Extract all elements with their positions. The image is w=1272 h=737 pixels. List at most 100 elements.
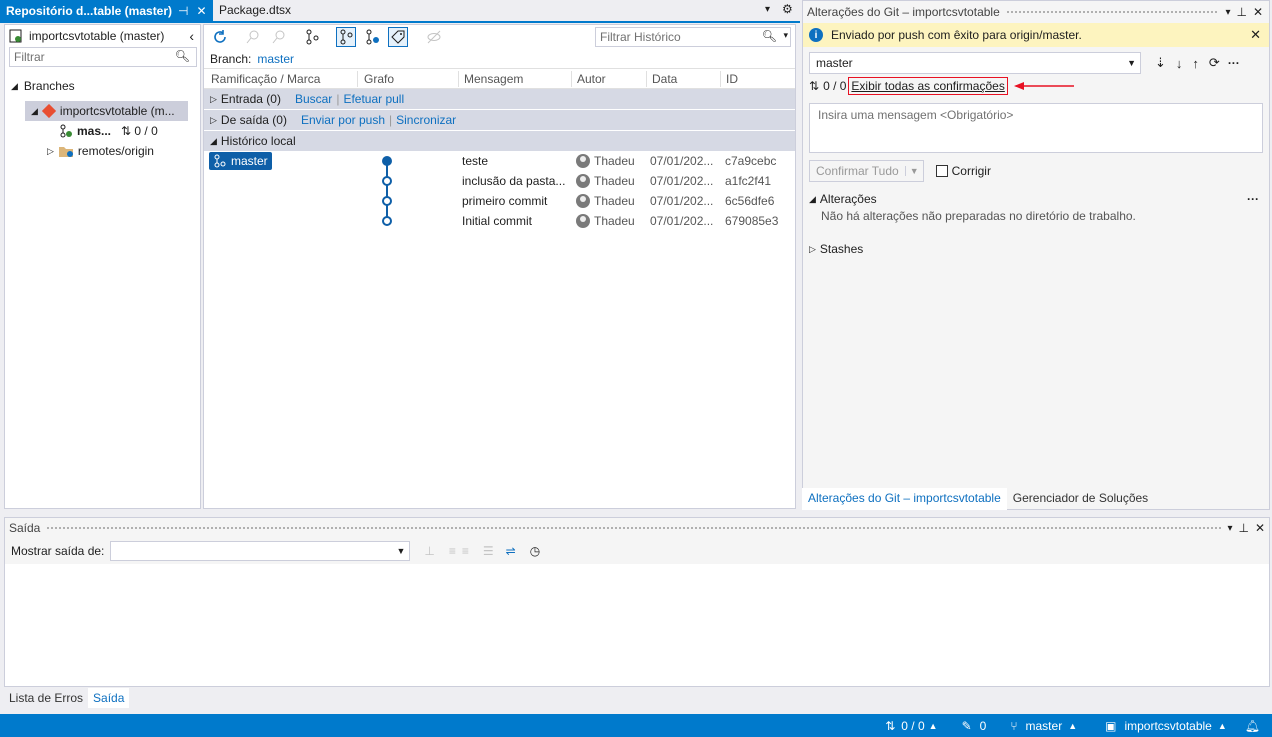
git-changes-bottom-tabs: Alterações do Git – importcsvtotable Ger… <box>802 488 1154 510</box>
branch-value: master <box>257 51 295 66</box>
commit-row[interactable]: primeiro commit Thadeu 07/01/202... 6c56… <box>204 191 795 211</box>
commit-date: 07/01/202... <box>650 194 714 208</box>
git-changes-title: Alterações do Git – importcsvtotable <box>807 5 1000 19</box>
gear-icon[interactable]: ⚙ <box>782 2 793 16</box>
chevron-down-icon: ▼ <box>396 546 406 556</box>
sync-icon[interactable]: ⟳ <box>1209 55 1220 71</box>
local-history-label: Histórico local <box>220 134 296 148</box>
branch-icon: ⑂ <box>1010 718 1018 733</box>
commit-row[interactable]: Initial commit Thadeu 07/01/202... 67908… <box>204 211 795 231</box>
pencil-icon: ✎ <box>961 718 972 733</box>
amend-checkbox[interactable] <box>935 165 948 177</box>
commit-row[interactable]: teste Thadeu 07/01/202... c7a9cebc <box>204 151 795 171</box>
stashes-label: Stashes <box>819 242 864 256</box>
info-message: Enviado por push com êxito para origin/m… <box>831 28 1082 42</box>
commit-date: 07/01/202... <box>650 214 714 228</box>
word-wrap-icon[interactable]: ⇌ <box>506 544 516 558</box>
push-link[interactable]: Enviar por push <box>301 113 385 127</box>
status-pencil[interactable]: ✎ 0 <box>962 719 987 733</box>
stashes-section[interactable]: ▷ Stashes <box>803 239 1269 259</box>
history-panel: 🔍︎ ▾ Branch: master Ramificação / Marca … <box>203 24 796 509</box>
hide-icon <box>424 27 444 47</box>
column-header-branch[interactable]: Ramificação / Marca <box>211 72 320 86</box>
status-sync[interactable]: ⇅ 0 / 0 ▲ <box>885 719 937 733</box>
repo-node[interactable]: ◢ importcsvtotable (m... <box>25 101 188 121</box>
commit-id: c7a9cebc <box>725 154 777 168</box>
collapse-icon[interactable]: ‹ <box>189 28 194 44</box>
close-tab-icon[interactable]: ✕ <box>196 4 206 18</box>
repository-explorer: importcsvtotable (master) ‹ 🔍︎ ◢ Branche… <box>4 24 201 509</box>
more-icon[interactable]: ··· <box>1228 56 1240 70</box>
show-all-commits-link[interactable]: Exibir todas as confirmações <box>848 77 1008 95</box>
commit-all-button[interactable]: Confirmar Tudo ▼ <box>809 160 924 182</box>
changes-label: Alterações <box>819 192 877 206</box>
avatar <box>576 174 590 189</box>
tab-package[interactable]: Package.dtsx <box>213 0 303 20</box>
close-icon[interactable]: ✕ <box>1253 5 1263 19</box>
more-icon[interactable]: ··· <box>1247 192 1259 206</box>
incoming-section[interactable]: ▷ Entrada (0) Buscar | Efetuar pull <box>204 89 795 109</box>
branch-graph-icon[interactable] <box>302 27 322 47</box>
chevron-down-icon[interactable]: ▾ <box>783 30 788 41</box>
pin-icon[interactable]: ⊥ <box>1238 521 1248 535</box>
notification-bell-icon[interactable]: 🔔︎ <box>1245 719 1260 733</box>
output-text-area[interactable] <box>5 564 1269 686</box>
tab-output[interactable]: Saída <box>88 688 130 708</box>
column-header-author[interactable]: Autor <box>577 72 606 86</box>
status-branch[interactable]: ⑂ master ▲ <box>1010 719 1077 733</box>
branches-header[interactable]: ◢ Branches <box>5 75 200 97</box>
push-icon[interactable]: ↑ <box>1192 56 1199 71</box>
tab-error-list[interactable]: Lista de Erros <box>4 688 88 708</box>
refresh-icon[interactable] <box>210 27 230 47</box>
commit-author: Thadeu <box>576 154 635 169</box>
remotes-node[interactable]: ▷ remotes/origin <box>47 141 200 161</box>
commit-row[interactable]: inclusão da pasta... Thadeu 07/01/202...… <box>204 171 795 191</box>
status-repo[interactable]: ▣ importcsvtotable ▲ <box>1105 719 1227 733</box>
column-header-message[interactable]: Mensagem <box>464 72 523 86</box>
tab-solution-explorer[interactable]: Gerenciador de Soluções <box>1007 488 1154 510</box>
commit-message: Initial commit <box>462 214 533 228</box>
tab-git-changes[interactable]: Alterações do Git – importcsvtotable <box>802 488 1007 510</box>
local-history-section[interactable]: ◢ Histórico local <box>204 131 795 151</box>
show-first-parent-icon[interactable] <box>336 27 356 47</box>
sync-arrows-icon: ⇅ <box>885 718 896 733</box>
show-remote-branches-icon[interactable] <box>362 27 382 47</box>
column-header-graph[interactable]: Grafo <box>364 72 394 86</box>
changes-section[interactable]: ◢ Alterações ··· <box>803 189 1269 209</box>
tab-dropdown-icon[interactable]: ▾ <box>765 4 770 15</box>
sync-link[interactable]: Sincronizar <box>396 113 456 127</box>
chevron-up-icon: ▲ <box>1217 720 1227 731</box>
commit-message-input[interactable]: Insira uma mensagem <Obrigatório> <box>809 103 1263 153</box>
close-icon[interactable]: ✕ <box>1250 27 1261 43</box>
pull-icon[interactable]: ↓ <box>1176 56 1183 71</box>
column-header-id[interactable]: ID <box>726 72 738 86</box>
close-icon[interactable]: ✕ <box>1255 521 1265 535</box>
column-header-date[interactable]: Data <box>652 72 677 86</box>
clear-all-icon: ☰ <box>482 544 494 558</box>
repo-filter-input[interactable] <box>9 47 197 67</box>
pin-icon[interactable]: ⊣ <box>178 4 188 18</box>
tab-repository[interactable]: Repositório d...table (master) ⊣ ✕ <box>0 0 213 21</box>
tag-icon[interactable] <box>388 27 408 47</box>
chevron-down-icon[interactable]: ▼ <box>904 166 923 176</box>
repo-node-label: importcsvtotable (m... <box>59 104 175 118</box>
status-sync-counts: 0 / 0 <box>901 718 925 733</box>
dropdown-icon[interactable]: ▾ <box>1227 523 1232 534</box>
output-source-select[interactable]: ▼ <box>110 541 411 561</box>
branch-select[interactable]: master ▼ <box>809 52 1141 74</box>
dropdown-icon[interactable]: ▾ <box>1225 7 1230 18</box>
commit-author-name: Thadeu <box>594 193 635 208</box>
pin-icon[interactable]: ⊥ <box>1236 5 1246 19</box>
repo-icon <box>9 29 22 43</box>
status-repo-label: importcsvtotable <box>1124 718 1212 733</box>
branch-node-master[interactable]: mas... ⇅ 0 / 0 <box>59 121 200 141</box>
git-icon <box>41 104 56 118</box>
fetch-link[interactable]: Buscar <box>295 92 332 106</box>
outgoing-section[interactable]: ▷ De saída (0) Enviar por push | Sincron… <box>204 110 795 130</box>
expand-icon: ◢ <box>31 105 38 116</box>
expand-icon: ◢ <box>11 80 18 91</box>
clock-icon[interactable]: ◷ <box>530 544 540 558</box>
bottom-tabs: Lista de Erros Saída <box>4 687 130 709</box>
pull-link[interactable]: Efetuar pull <box>343 92 404 106</box>
fetch-icon[interactable]: ⇣ <box>1155 55 1166 71</box>
